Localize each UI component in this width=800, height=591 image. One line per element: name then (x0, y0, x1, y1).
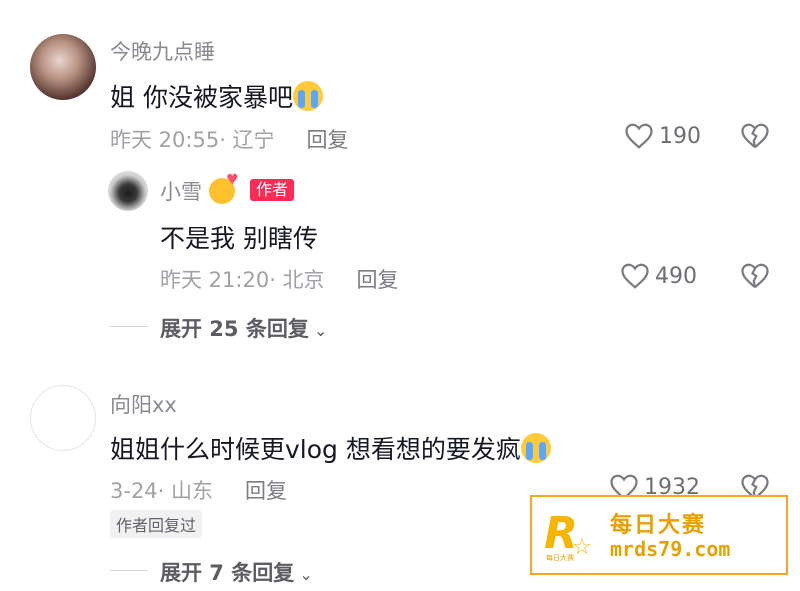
watermark-logo-text: 每日大赛 (546, 554, 574, 562)
comment-meta: 昨天 21:20· 北京 回复 (160, 268, 399, 292)
divider (110, 326, 148, 327)
chevron-down-icon: ⌄ (313, 321, 328, 340)
comment-text: 不是我 别瞎传 (160, 224, 318, 253)
crying-face-icon (520, 433, 551, 463)
avatar[interactable] (30, 34, 96, 100)
like-heart-icon[interactable] (624, 122, 654, 150)
comment-text: 姐 你没被家暴吧 (110, 78, 323, 114)
divider (110, 570, 148, 571)
like-count: 190 (659, 124, 701, 149)
reply-button[interactable]: 回复 (357, 268, 399, 292)
comment-meta: 昨天 20:55· 辽宁 回复 (110, 128, 349, 152)
dislike-broken-heart-icon[interactable] (740, 262, 770, 290)
expand-replies-button[interactable]: 展开 25 条回复 ⌄ (160, 313, 327, 343)
like-count: 490 (655, 264, 697, 289)
comment-text: 姐姐什么时候更vlog 想看想的要发疯 (110, 430, 551, 466)
like-heart-icon[interactable] (620, 262, 650, 290)
reply-button[interactable]: 回复 (307, 128, 349, 152)
comment-username[interactable]: 向阳xx (110, 389, 177, 419)
dislike-broken-heart-icon[interactable] (740, 122, 770, 150)
watermark-name: 每日大赛 (610, 513, 707, 538)
reply-button[interactable]: 回复 (245, 479, 287, 503)
author-replied-badge: 作者回复过 (110, 510, 203, 538)
reply-username[interactable]: 小雪 (160, 172, 239, 206)
expand-replies-button[interactable]: 展开 7 条回复 ⌄ (160, 557, 313, 587)
avatar[interactable] (30, 385, 96, 451)
star-icon: ☆ (572, 535, 592, 560)
smiling-face-with-hearts-icon (208, 172, 239, 204)
chevron-down-icon: ⌄ (299, 565, 313, 584)
avatar[interactable] (108, 171, 148, 211)
crying-face-icon (292, 81, 323, 111)
comment-meta: 3-24· 山东 回复 (110, 479, 288, 503)
comment-username[interactable]: 今晚九点睡 (110, 36, 215, 66)
author-badge: 作者 (250, 179, 295, 201)
watermark-url: mrds79.com (610, 537, 731, 561)
